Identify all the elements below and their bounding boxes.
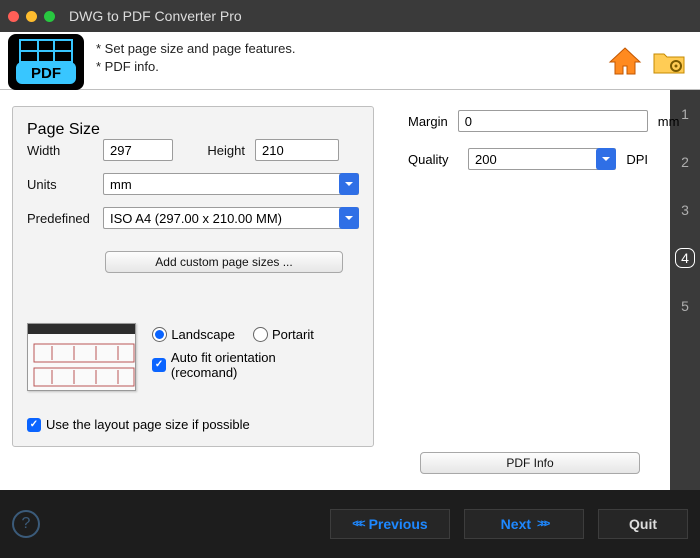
margin-label: Margin [408, 114, 448, 129]
chevron-down-icon[interactable] [339, 173, 359, 195]
step-current-badge: 4 [675, 248, 695, 268]
hint-line-1: * Set page size and page features. [96, 40, 604, 58]
folder-settings-icon[interactable] [652, 46, 686, 76]
titlebar: DWG to PDF Converter Pro [0, 0, 700, 32]
step-5[interactable]: 5 [670, 282, 700, 330]
content: Page Size Width Height Units Predefined [0, 90, 670, 490]
units-select[interactable] [103, 173, 359, 195]
app-title: DWG to PDF Converter Pro [69, 8, 242, 24]
header: PDF * Set page size and page features. *… [0, 32, 700, 90]
zoom-icon[interactable] [44, 11, 55, 22]
minimize-icon[interactable] [26, 11, 37, 22]
orientation-preview [27, 323, 136, 391]
width-label: Width [27, 143, 103, 158]
home-icon[interactable] [608, 46, 642, 76]
page-size-legend: Page Size [27, 121, 100, 138]
header-hints: * Set page size and page features. * PDF… [92, 32, 608, 89]
quality-label: Quality [408, 152, 458, 167]
svg-text:PDF: PDF [31, 65, 61, 82]
step-1-label: 1 [681, 106, 689, 122]
landscape-label: Landscape [171, 327, 235, 342]
step-3-label: 3 [681, 202, 689, 218]
right-column: Margin mm Quality DPI [408, 110, 648, 186]
step-4-label: 4 [681, 250, 689, 266]
next-label: Next [501, 516, 531, 532]
units-label: Units [27, 177, 103, 192]
step-3[interactable]: 3 [670, 186, 700, 234]
height-input[interactable] [255, 139, 339, 161]
step-5-label: 5 [681, 298, 689, 314]
chevron-down-icon[interactable] [339, 207, 359, 229]
width-input[interactable] [103, 139, 173, 161]
pdf-logo-icon: PDF [8, 34, 84, 90]
next-button[interactable]: Next >>> [464, 509, 584, 539]
pdf-info-button[interactable]: PDF Info [420, 452, 640, 474]
predefined-value[interactable] [103, 207, 359, 229]
step-column: 1 2 3 4 5 [670, 90, 700, 490]
radio-checked-icon [152, 327, 167, 342]
predefined-label: Predefined [27, 211, 103, 226]
chevrons-right-icon: >>> [537, 518, 547, 530]
quality-select[interactable] [468, 148, 616, 170]
step-2[interactable]: 2 [670, 138, 700, 186]
chevrons-left-icon: <<< [352, 518, 362, 530]
page-size-group: Page Size Width Height Units Predefined [12, 106, 374, 447]
height-label: Height [189, 143, 245, 158]
layout-checkbox-label: Use the layout page size if possible [46, 417, 250, 432]
margin-input[interactable] [458, 110, 648, 132]
step-4[interactable]: 4 [670, 234, 700, 282]
help-icon[interactable]: ? [12, 510, 40, 538]
previous-button[interactable]: <<< Previous [330, 509, 450, 539]
portrait-label: Portarit [272, 327, 314, 342]
radio-unchecked-icon [253, 327, 268, 342]
main: Page Size Width Height Units Predefined [0, 90, 700, 490]
previous-label: Previous [369, 516, 428, 532]
quit-button[interactable]: Quit [598, 509, 688, 539]
autofit-label: Auto fit orientation (recomand) [171, 350, 341, 380]
quit-label: Quit [629, 516, 657, 532]
use-layout-page-size-checkbox[interactable]: Use the layout page size if possible [27, 417, 341, 432]
window-controls [8, 11, 55, 22]
footer: ? <<< Previous Next >>> Quit [0, 490, 700, 558]
quality-value[interactable] [468, 148, 616, 170]
quality-unit: DPI [626, 152, 648, 167]
orientation-landscape-radio[interactable]: Landscape [152, 327, 235, 342]
margin-unit: mm [658, 114, 680, 129]
checkbox-checked-icon [27, 418, 41, 432]
step-2-label: 2 [681, 154, 689, 170]
predefined-select[interactable] [103, 207, 359, 229]
close-icon[interactable] [8, 11, 19, 22]
auto-fit-orientation-checkbox[interactable]: Auto fit orientation (recomand) [152, 350, 341, 380]
orientation-portrait-radio[interactable]: Portarit [253, 327, 314, 342]
hint-line-2: * PDF info. [96, 58, 604, 76]
units-value[interactable] [103, 173, 359, 195]
checkbox-checked-icon [152, 358, 166, 372]
chevron-down-icon[interactable] [596, 148, 616, 170]
add-custom-page-sizes-button[interactable]: Add custom page sizes ... [105, 251, 343, 273]
